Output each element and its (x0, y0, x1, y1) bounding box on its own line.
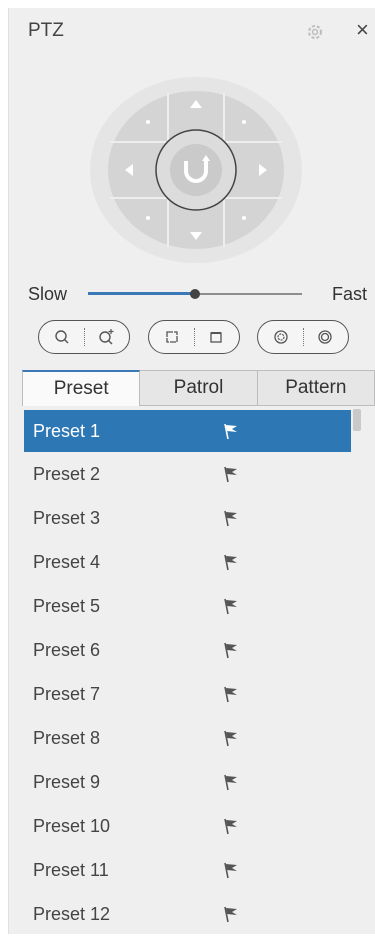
list-item[interactable]: Preset 12 (22, 892, 357, 936)
list-item[interactable]: Preset 6 (22, 628, 357, 672)
preset-label: Preset 4 (33, 551, 101, 572)
ptz-tabs: Preset Patrol Pattern (22, 370, 375, 406)
flag-icon[interactable] (222, 509, 240, 527)
list-item[interactable]: Preset 7 (22, 672, 357, 716)
speed-slow-label: Slow (28, 284, 68, 304)
pill-divider (84, 328, 85, 346)
pan-down-right-button[interactable] (242, 216, 246, 220)
preset-label: Preset 7 (33, 683, 101, 704)
focus-near-icon[interactable] (161, 326, 183, 348)
iris-open-icon[interactable] (314, 326, 336, 348)
panel-title: PTZ (28, 20, 64, 41)
iris-close-icon[interactable] (270, 326, 292, 348)
pan-up-left-button[interactable] (146, 120, 150, 124)
speed-fast-label: Fast (332, 284, 368, 304)
flag-icon[interactable] (222, 641, 240, 659)
direction-pad (90, 77, 302, 263)
preset-list: Preset 1 Preset 2 Preset 3 Preset 4 Pres… (22, 406, 357, 936)
list-item[interactable]: Preset 1 (24, 410, 351, 452)
tab-patrol[interactable]: Patrol (140, 370, 258, 406)
flag-icon[interactable] (222, 685, 240, 703)
flag-icon[interactable] (222, 553, 240, 571)
preset-label: Preset 2 (33, 463, 101, 484)
preset-label: Preset 11 (33, 859, 109, 880)
flag-icon[interactable] (222, 773, 240, 791)
tab-preset[interactable]: Preset (22, 370, 141, 406)
zoom-out-icon[interactable] (51, 326, 73, 348)
slider-knob[interactable] (190, 289, 200, 299)
list-item[interactable]: Preset 9 (22, 760, 357, 804)
focus-far-icon[interactable] (205, 326, 227, 348)
auto-scan-button[interactable] (155, 129, 237, 211)
preset-label: Preset 1 (33, 420, 101, 441)
zoom-in-icon[interactable] (95, 326, 117, 348)
pan-down-left-button[interactable] (146, 216, 150, 220)
list-scrollbar[interactable] (353, 409, 361, 431)
list-item[interactable]: Preset 2 (22, 452, 357, 496)
zoom-control (38, 320, 130, 354)
pan-up-right-button[interactable] (242, 120, 246, 124)
list-item[interactable]: Preset 4 (22, 540, 357, 584)
flag-icon[interactable] (222, 861, 240, 879)
list-item[interactable]: Preset 3 (22, 496, 357, 540)
preset-label: Preset 3 (33, 507, 101, 528)
list-item[interactable]: Preset 11 (22, 848, 357, 892)
slider-fill (88, 292, 195, 295)
iris-control (257, 320, 349, 354)
flag-icon[interactable] (222, 422, 240, 440)
tab-pattern[interactable]: Pattern (257, 370, 375, 406)
speed-slider[interactable] (88, 287, 302, 301)
list-item[interactable]: Preset 8 (22, 716, 357, 760)
preset-label: Preset 12 (33, 903, 111, 924)
pill-divider (194, 328, 195, 346)
flag-icon[interactable] (222, 905, 240, 923)
preset-label: Preset 10 (33, 815, 111, 836)
preset-label: Preset 6 (33, 639, 101, 660)
preset-label: Preset 8 (33, 727, 101, 748)
list-item[interactable]: Preset 5 (22, 584, 357, 628)
flag-icon[interactable] (222, 729, 240, 747)
flag-icon[interactable] (222, 465, 240, 483)
flag-icon[interactable] (222, 817, 240, 835)
flag-icon[interactable] (222, 597, 240, 615)
pill-divider (303, 328, 304, 346)
list-item[interactable]: Preset 10 (22, 804, 357, 848)
focus-control (148, 320, 240, 354)
preset-label: Preset 5 (33, 595, 101, 616)
preset-label: Preset 9 (33, 771, 101, 792)
close-button[interactable]: × (356, 19, 369, 41)
gear-icon[interactable] (305, 22, 325, 42)
